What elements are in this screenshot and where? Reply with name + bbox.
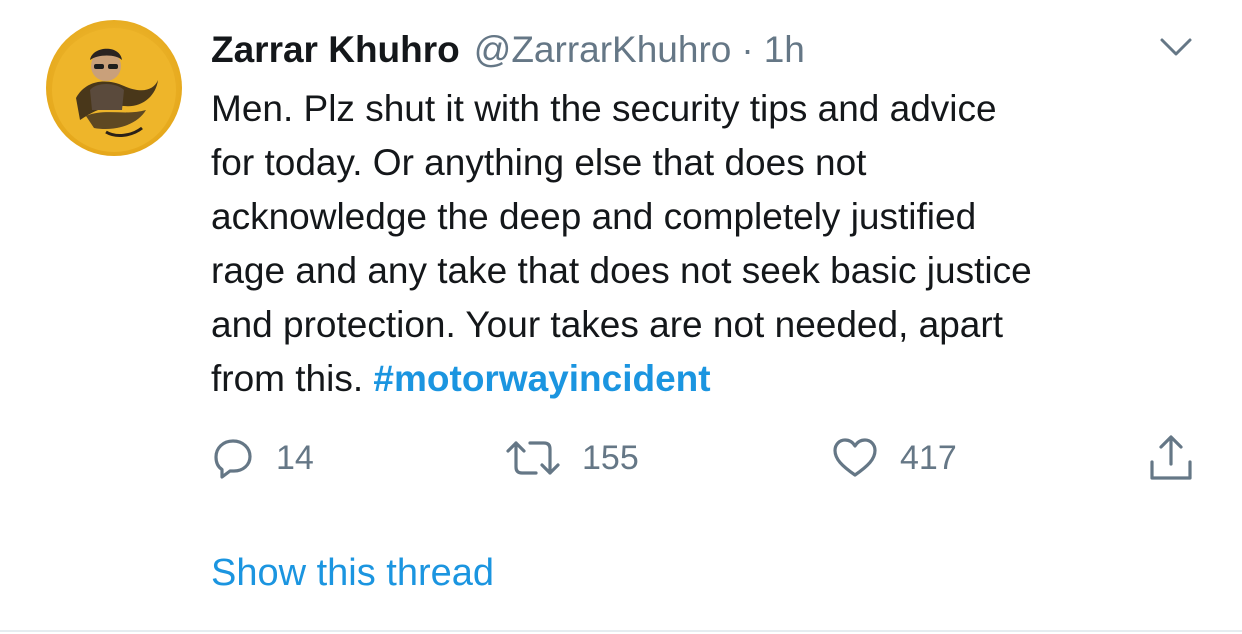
more-options-button[interactable]: [1158, 34, 1194, 60]
reply-button[interactable]: 14: [212, 430, 314, 486]
tweet-text: Men. Plz shut it with the security tips …: [211, 82, 1211, 406]
author-display-name[interactable]: Zarrar Khuhro: [211, 26, 460, 74]
tweet-timestamp[interactable]: 1h: [764, 26, 805, 74]
tweet-text-line: and protection. Your takes are not neede…: [211, 304, 1003, 345]
tweet-text-prefix: from this.: [211, 358, 364, 399]
like-count: 417: [900, 439, 957, 477]
retweet-button[interactable]: 155: [506, 430, 639, 486]
share-icon: [1150, 435, 1192, 480]
tweet-text-line: acknowledge the deep and completely just…: [211, 196, 977, 237]
share-button[interactable]: [1148, 430, 1194, 486]
avatar[interactable]: [46, 20, 182, 156]
author-handle[interactable]: @ZarrarKhuhro: [474, 26, 732, 74]
tweet-text-line: Men. Plz shut it with the security tips …: [211, 88, 997, 129]
tweet-header: Zarrar Khuhro @ZarrarKhuhro · 1h: [211, 26, 805, 74]
like-button[interactable]: 417: [832, 430, 957, 486]
retweet-icon: [506, 441, 560, 475]
show-thread-link[interactable]: Show this thread: [211, 548, 494, 598]
tweet-text-line: for today. Or anything else that does no…: [211, 142, 867, 183]
tweet-text-last-line: from this. #motorwayincident: [211, 352, 1211, 406]
heart-icon: [833, 438, 877, 477]
chevron-down-icon: [1160, 38, 1192, 56]
reply-count: 14: [276, 439, 314, 477]
retweet-count: 155: [582, 439, 639, 477]
reply-icon: [214, 439, 252, 479]
tweet-text-line: rage and any take that does not seek bas…: [211, 250, 1032, 291]
tweet[interactable]: Zarrar Khuhro @ZarrarKhuhro · 1h Men. Pl…: [0, 0, 1242, 632]
avatar-image: [52, 28, 176, 152]
hashtag-link[interactable]: #motorwayincident: [373, 358, 710, 399]
separator-dot: ·: [741, 29, 754, 70]
